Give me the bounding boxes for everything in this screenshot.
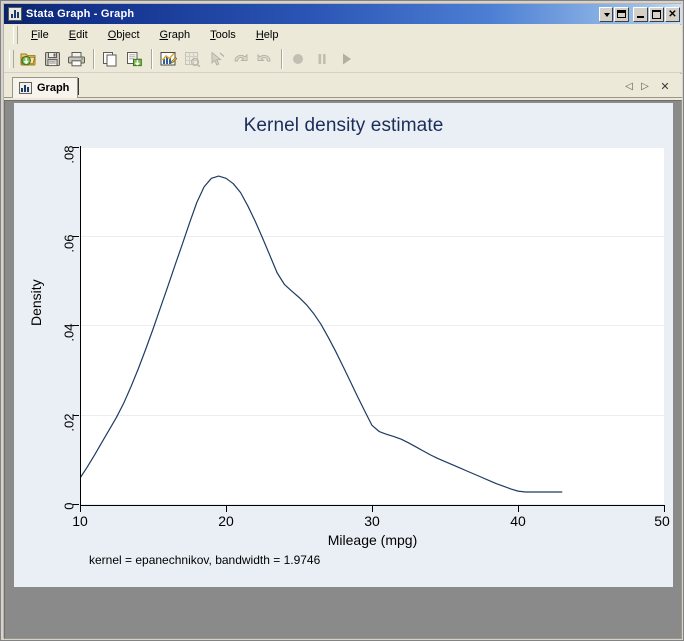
menu-item-file[interactable]: File	[21, 27, 59, 43]
menu-item-file-rest: ile	[37, 29, 49, 41]
menu-bar: File Edit Object Graph Tools Help	[4, 25, 682, 45]
tab-scroll-left-icon[interactable]: ◁	[622, 80, 636, 94]
bar-chart-icon	[8, 7, 22, 21]
menu-item-graph-rest: raph	[168, 29, 191, 41]
print-graph-button[interactable]	[65, 48, 88, 70]
menu-item-object[interactable]: Object	[98, 27, 150, 43]
restore-down-button[interactable]	[614, 6, 629, 22]
menu-item-edit[interactable]: Edit	[59, 27, 98, 43]
menu-grip[interactable]	[13, 26, 18, 44]
pointer-tool-button	[205, 48, 228, 70]
redo-button	[253, 48, 276, 70]
record-button	[287, 48, 310, 70]
xtick-label-10: 10	[72, 513, 88, 529]
play-button	[335, 48, 358, 70]
window-title: Stata Graph - Graph	[26, 8, 135, 20]
toolbar	[4, 45, 682, 73]
menu-item-help-rest: elp	[263, 29, 279, 41]
tab-graph-label: Graph	[37, 82, 70, 94]
xtick-label-20: 20	[218, 513, 234, 529]
menu-item-tools[interactable]: Tools	[200, 27, 246, 43]
restore-icon	[615, 8, 628, 21]
ytick-label-0: 0	[61, 502, 77, 510]
tab-scroll-right-icon[interactable]: ▷	[638, 80, 652, 94]
plot-area: .08 .06 .04 .02 0	[62, 146, 664, 510]
xtick-label-30: 30	[364, 513, 380, 529]
undo-button	[229, 48, 252, 70]
bar-chart-icon	[19, 82, 32, 94]
xtick-mark-50	[664, 506, 665, 512]
grid-edit-button	[181, 48, 204, 70]
ytick-label-0.06: .06	[61, 234, 77, 253]
start-graph-editor-button[interactable]	[157, 48, 180, 70]
chart-note: kernel = epanechnikov, bandwidth = 1.974…	[89, 553, 321, 567]
ytick-label-0.08: .08	[61, 145, 77, 164]
xtick-mark-10	[80, 506, 81, 512]
copy-button[interactable]	[99, 48, 122, 70]
xtick-label-40: 40	[510, 513, 526, 529]
maximize-icon	[650, 8, 663, 21]
minimize-icon	[634, 8, 647, 21]
tab-edit-caret	[78, 78, 79, 95]
xtick-mark-40	[518, 506, 519, 512]
xtick-label-50: 50	[654, 513, 670, 529]
save-graph-button[interactable]	[41, 48, 64, 70]
save-as-button[interactable]	[123, 48, 146, 70]
toolbar-separator-3	[281, 49, 283, 69]
pause-button	[311, 48, 334, 70]
xtick-mark-30	[372, 506, 373, 512]
x-axis-title: Mileage (mpg)	[327, 532, 418, 548]
density-curve	[80, 175, 563, 493]
toolbar-separator-2	[151, 49, 153, 69]
toolbar-separator-1	[93, 49, 95, 69]
tab-strip: Graph ◁ ▷ ✕	[4, 74, 682, 100]
caret-down-icon	[600, 8, 612, 21]
ytick-label-0.02: .02	[61, 413, 77, 432]
graph-canvas[interactable]: Kernel density estimate .08 .06 .04 .02 …	[14, 103, 673, 587]
toolbar-grip[interactable]	[9, 50, 14, 68]
y-axis-title: Density	[28, 279, 44, 326]
menu-item-tools-rest: ools	[215, 29, 236, 41]
menu-item-graph[interactable]: Graph	[150, 27, 201, 43]
menu-item-object-rest: bject	[116, 29, 140, 41]
close-icon: ✕	[668, 8, 677, 20]
xtick-mark-20	[226, 506, 227, 512]
tab-close-icon[interactable]: ✕	[658, 80, 672, 94]
y-axis-line	[80, 146, 81, 506]
maximize-button[interactable]	[649, 6, 664, 22]
open-graph-button[interactable]	[17, 48, 40, 70]
stata-graph-window: Stata Graph - Graph ✕ File Edit Object G…	[0, 0, 684, 641]
window-menu-dropdown[interactable]	[599, 6, 613, 22]
ytick-label-0.04: .04	[61, 323, 77, 342]
window-controls: ✕	[599, 6, 680, 22]
tab-graph[interactable]: Graph	[12, 77, 79, 98]
menu-item-help[interactable]: Help	[246, 27, 289, 43]
client-area: Kernel density estimate .08 .06 .04 .02 …	[4, 100, 682, 639]
chart-title: Kernel density estimate	[243, 115, 444, 136]
menu-item-edit-rest: dit	[76, 29, 88, 41]
title-bar[interactable]: Stata Graph - Graph ✕	[4, 4, 682, 24]
minimize-button[interactable]	[633, 6, 648, 22]
close-button[interactable]: ✕	[665, 6, 680, 22]
